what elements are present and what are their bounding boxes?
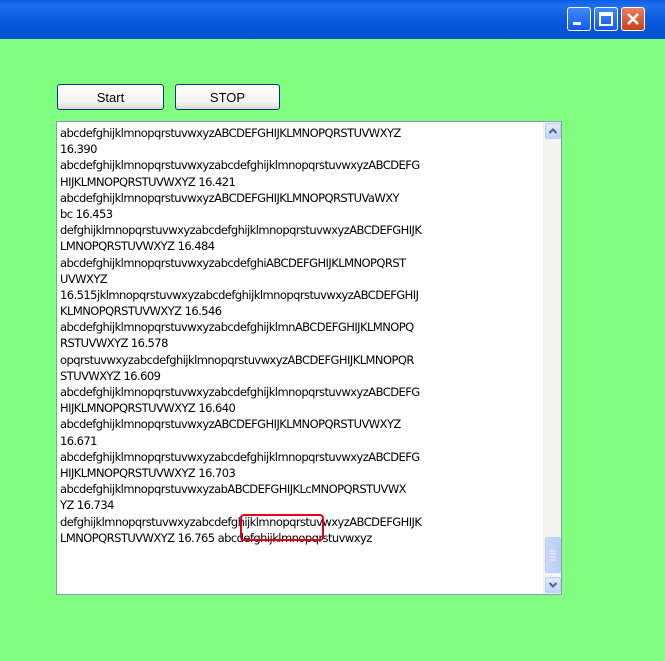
log-line: 16.390 <box>60 142 98 157</box>
start-button[interactable]: Start <box>57 84 164 110</box>
log-text: abcdefghijklmnopqrstuvwxyzABCDEFGHIJKLMN… <box>60 125 538 546</box>
log-line: UVWXYZ <box>60 271 108 286</box>
log-line: HIJKLMNOPQRSTUVWXYZ 16.703 <box>60 465 236 480</box>
log-line: abcdefghijklmnopqrstuvwxyzabcdefghijklmn… <box>60 385 420 399</box>
vertical-scrollbar[interactable] <box>543 122 561 594</box>
log-line: abcdefghijklmnopqrstuvwxyzabcdefghijklmn… <box>60 320 414 335</box>
log-line: 16.515jklmnopqrstuvwxyzabcdefghijklmnopq… <box>60 287 419 302</box>
log-line: RSTUVWXYZ 16.578 <box>60 336 168 351</box>
maximize-button[interactable] <box>594 7 618 31</box>
scroll-up-button[interactable] <box>545 123 561 139</box>
log-line: opqrstuvwxyzabcdefghijklmnopqrstuvwxyzAB… <box>60 352 414 367</box>
stop-button[interactable]: STOP <box>175 84 280 110</box>
minimize-button[interactable] <box>567 7 591 31</box>
title-bar <box>0 0 665 39</box>
log-line: YZ 16.734 <box>60 498 114 513</box>
scroll-down-button[interactable] <box>545 577 561 593</box>
log-line: HIJKLMNOPQRSTUVWXYZ 16.640 <box>60 401 236 416</box>
log-line: 16.671 <box>60 433 98 448</box>
close-button[interactable] <box>621 7 645 31</box>
scroll-thumb[interactable] <box>545 537 561 573</box>
log-line: abcdefghijklmnopqrstuvwxyzABCDEFGHIJKLMN… <box>60 126 401 140</box>
highlight-box <box>240 514 324 541</box>
maximize-icon <box>599 12 613 26</box>
log-line: bc 16.453 <box>60 206 113 221</box>
log-line: HIJKLMNOPQRSTUVWXYZ 16.421 <box>60 174 236 189</box>
log-line: abcdefghijklmnopqrstuvwxyzabcdefghijklmn… <box>60 449 420 464</box>
chevron-up-icon <box>548 128 558 134</box>
log-line: KLMNOPQRSTUVWXYZ 16.546 <box>60 304 222 319</box>
log-line: defghijklmnopqrstuvwxyzabcdefghijklmnopq… <box>60 223 422 238</box>
log-line: LMNOPQRSTUVWXYZ 16.484 <box>60 239 215 254</box>
log-line: abcdefghijklmnopqrstuvwxyzabcdefghiABCDE… <box>60 255 406 270</box>
grip-icon <box>550 550 556 561</box>
log-line: STUVWXYZ 16.609 <box>60 368 161 383</box>
minimize-icon <box>573 22 581 25</box>
log-line: abcdefghijklmnopqrstuvwxyzabcdefghijklmn… <box>60 158 420 173</box>
close-icon <box>627 13 639 25</box>
log-line: abcdefghijklmnopqrstuvwxyzABCDEFGHIJKLMN… <box>60 190 400 205</box>
log-line: abcdefghijklmnopqrstuvwxyzabABCDEFGHIJKL… <box>60 482 407 497</box>
log-line: abcdefghijklmnopqrstuvwxyzABCDEFGHIJKLMN… <box>60 417 401 432</box>
chevron-down-icon <box>548 582 558 588</box>
